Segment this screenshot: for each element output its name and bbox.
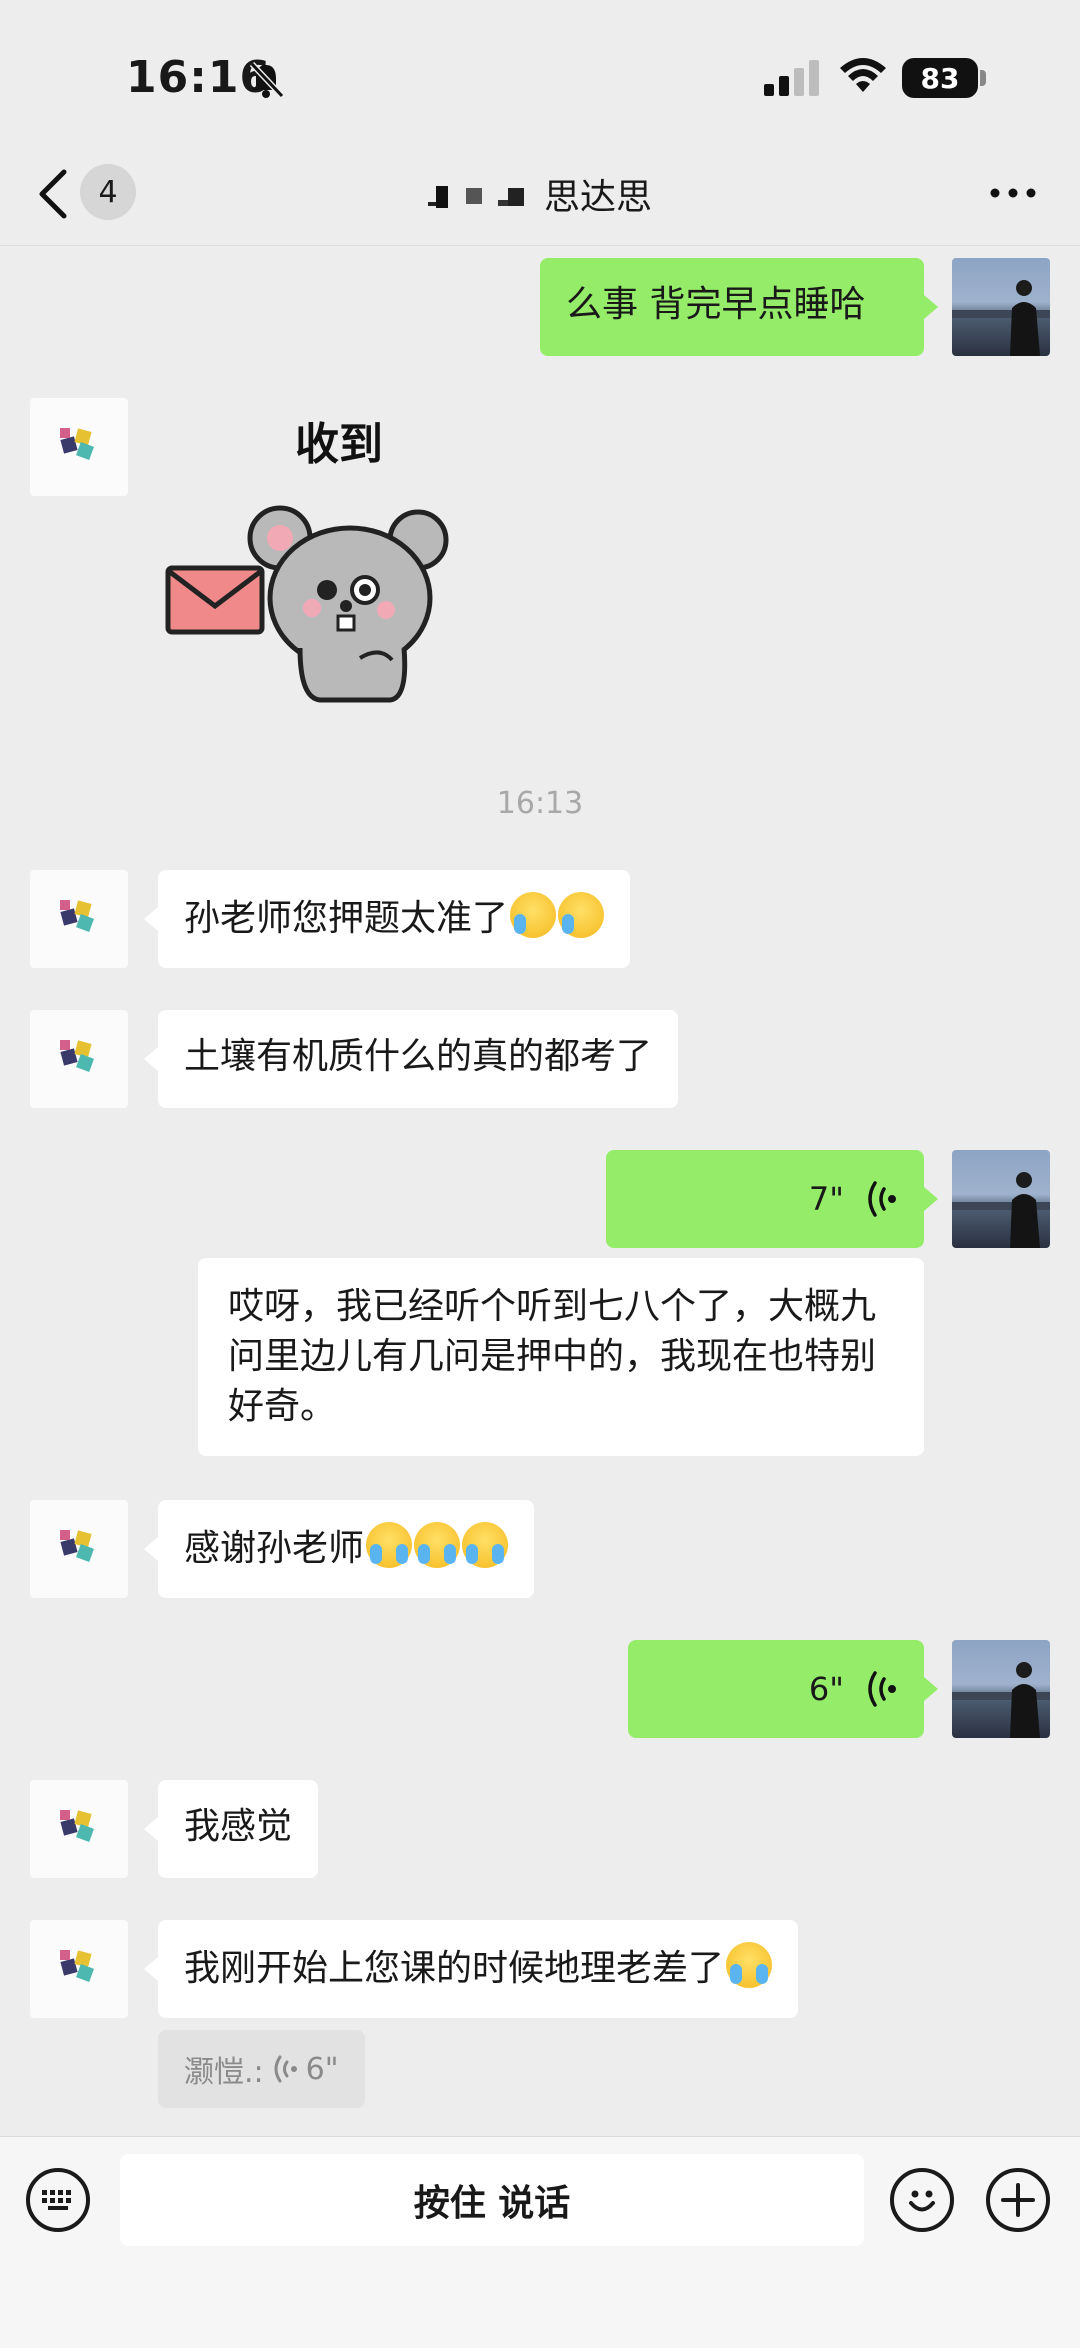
quoted-voice-chip[interactable]: 灏愷.: 6" <box>158 2030 365 2108</box>
bubble-tail <box>924 1187 938 1211</box>
message-text: 感谢孙老师 <box>184 1528 365 1569</box>
press-to-talk-button[interactable]: 按住 说话 <box>120 2154 864 2246</box>
avatar-other[interactable] <box>30 1920 128 2018</box>
voice-transcript[interactable]: 哎呀，我已经听个听到七八个了，大概九问里边儿有几问是押中的，我现在也特别好奇。 <box>198 1258 924 1456</box>
more-dots-icon[interactable] <box>990 188 1036 198</box>
bubble-tail <box>144 1817 158 1841</box>
quoted-voice-sender: 灏愷.: <box>184 2055 264 2090</box>
voice-duration: 6" <box>808 1670 844 1708</box>
quoted-voice-duration: 6" <box>305 2051 339 2087</box>
avatar-self[interactable] <box>952 258 1050 356</box>
voice-duration: 7" <box>808 1180 844 1218</box>
message-bubble-other[interactable]: 土壤有机质什么的真的都考了 <box>158 1010 679 1108</box>
nav-bar <box>0 150 1080 246</box>
avatar-self[interactable] <box>952 1640 1050 1738</box>
message-bubble-other[interactable]: 孙老师您押题太准了 <box>158 870 631 968</box>
bubble-tail <box>144 907 158 931</box>
message-text: 我感觉 <box>184 1806 293 1847</box>
message-text: 孙老师您押题太准了 <box>184 898 509 939</box>
smile-face-glyph <box>909 2190 935 2212</box>
avatar-other-logo <box>60 1040 94 1072</box>
signal-icon <box>764 60 819 96</box>
redacted-name-mark <box>428 186 524 208</box>
avatar-other-logo <box>60 1530 94 1562</box>
crying-emoji-icon <box>414 1522 461 1568</box>
plus-glyph <box>1001 2183 1035 2217</box>
message-text: 我刚开始上您课的时候地理老差了 <box>184 1948 725 1989</box>
bubble-tail <box>144 1957 158 1981</box>
bubble-tail <box>144 1047 158 1071</box>
avatar-other-logo <box>60 1810 94 1842</box>
message-bubble-other[interactable]: 我感觉 <box>158 1780 319 1878</box>
voice-message-self[interactable]: 7" <box>606 1150 924 1248</box>
avatar-self-photo <box>952 1662 1050 1738</box>
voice-wave-icon <box>868 1671 896 1707</box>
plus-icon[interactable] <box>986 2168 1050 2232</box>
message-text: 么事 背完早点睡哈 <box>566 284 866 325</box>
avatar-other-logo <box>60 428 94 460</box>
voice-wave-icon <box>868 1181 896 1217</box>
avatar-other[interactable] <box>30 870 128 968</box>
bell-muted-icon <box>249 61 285 99</box>
avatar-self[interactable] <box>952 1150 1050 1248</box>
sticker-mouse-drawing <box>165 505 449 703</box>
wifi-icon <box>840 58 886 92</box>
laugh-cry-emoji-icon <box>510 892 557 938</box>
avatar-other[interactable] <box>30 1780 128 1878</box>
laugh-cry-emoji-icon <box>558 892 605 938</box>
bubble-tail <box>144 1537 158 1561</box>
avatar-other-logo <box>60 1950 94 1982</box>
emoji-icon[interactable] <box>890 2168 954 2232</box>
voice-message-self[interactable]: 6" <box>628 1640 924 1738</box>
avatar-self-photo <box>952 1172 1050 1248</box>
unread-count-badge[interactable]: 4 <box>80 164 136 220</box>
avatar-other[interactable] <box>30 1500 128 1598</box>
transcript-text: 哎呀，我已经听个听到七八个了，大概九问里边儿有几问是押中的，我现在也特别好奇。 <box>228 1286 877 1427</box>
crying-emoji-icon <box>726 1942 773 1988</box>
avatar-self-photo <box>952 280 1050 356</box>
avatar-other[interactable] <box>30 1010 128 1108</box>
keyboard-icon[interactable] <box>26 2168 90 2232</box>
keyboard-keys-glyph <box>42 2190 71 2210</box>
message-text: 土壤有机质什么的真的都考了 <box>184 1036 653 1077</box>
message-bubble-other[interactable]: 感谢孙老师 <box>158 1500 535 1598</box>
chat-title: 思达思 <box>544 177 653 218</box>
message-bubble-other[interactable]: 我刚开始上您课的时候地理老差了 <box>158 1920 799 2018</box>
crying-emoji-icon <box>462 1522 509 1568</box>
bubble-tail <box>924 295 938 319</box>
avatar-other-logo <box>60 900 94 932</box>
bubble-tail <box>924 1677 938 1701</box>
message-bubble-self[interactable]: 么事 背完早点睡哈 <box>540 258 924 356</box>
avatar-other[interactable] <box>30 398 128 496</box>
battery-icon: 83 <box>902 58 978 98</box>
crying-emoji-icon <box>366 1522 413 1568</box>
battery-tip <box>980 70 986 86</box>
voice-wave-icon <box>274 2055 297 2083</box>
sticker-mouse[interactable]: 收到 <box>160 408 460 708</box>
timestamp: 16:13 <box>496 786 584 821</box>
back-chevron-icon[interactable] <box>34 168 70 220</box>
sticker-caption: 收到 <box>295 419 383 470</box>
